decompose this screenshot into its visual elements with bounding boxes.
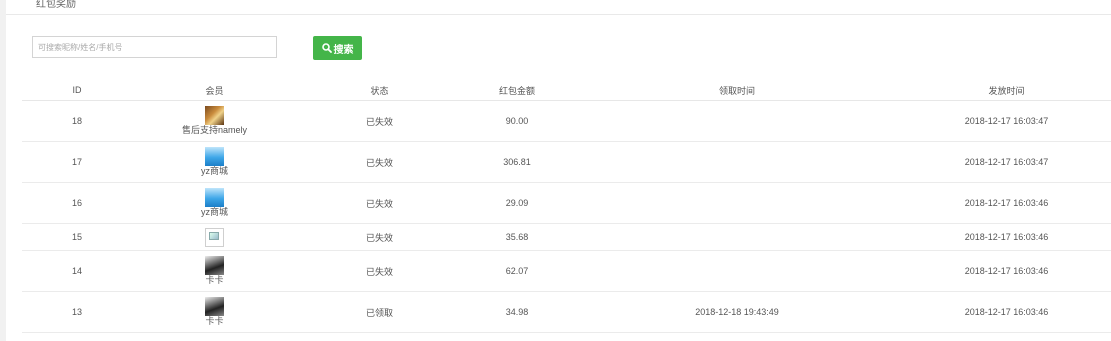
cell-issued-time: 2018-12-17 16:03:46 — [902, 182, 1111, 224]
cell-status: 已失效 — [297, 100, 462, 142]
cell-member — [132, 223, 297, 251]
cell-status: 已失效 — [297, 141, 462, 183]
header-member: 会员 — [132, 80, 297, 101]
search-button[interactable]: 搜索 — [313, 36, 362, 60]
page-title: 红包奖励 — [36, 0, 76, 10]
cell-received-time — [572, 250, 902, 292]
cell-amount: 34.98 — [462, 291, 572, 333]
cell-amount: 35.68 — [462, 223, 572, 251]
member-name: 售后支持namely — [181, 125, 247, 135]
left-panel-edge — [0, 0, 6, 341]
header-amount: 红包金额 — [462, 80, 572, 101]
broken-image-icon — [205, 227, 224, 247]
cell-id: 15 — [22, 223, 132, 251]
cell-member: 售后支持namely — [132, 100, 297, 142]
cell-received-time — [572, 182, 902, 224]
table-row: 16 yz商城 已失效 29.09 2018-12-17 16:03:46 — [22, 182, 1111, 224]
cell-id: 13 — [22, 291, 132, 333]
shop-icon — [205, 188, 224, 207]
cell-status: 已失效 — [297, 250, 462, 292]
cell-id: 18 — [22, 100, 132, 142]
records-table: ID 会员 状态 红包金额 领取时间 发放时间 18 售后支持namely 已失… — [22, 80, 1111, 333]
cell-member: 卡卡 — [132, 250, 297, 292]
header-issued-time: 发放时间 — [902, 80, 1111, 101]
cell-amount: 306.81 — [462, 141, 572, 183]
table-row: 18 售后支持namely 已失效 90.00 2018-12-17 16:03… — [22, 100, 1111, 142]
member-name: 卡卡 — [205, 316, 224, 326]
member-name: yz商城 — [200, 166, 228, 176]
cell-amount: 90.00 — [462, 100, 572, 142]
table-row: 17 yz商城 已失效 306.81 2018-12-17 16:03:47 — [22, 141, 1111, 183]
cell-issued-time: 2018-12-17 16:03:47 — [902, 100, 1111, 142]
cell-received-time: 2018-12-18 19:43:49 — [572, 291, 902, 333]
cell-member: yz商城 — [132, 182, 297, 224]
cell-id: 17 — [22, 141, 132, 183]
cell-status: 已失效 — [297, 223, 462, 251]
header-received-time: 领取时间 — [572, 80, 902, 101]
cell-status: 已失效 — [297, 182, 462, 224]
photo-icon — [205, 297, 224, 316]
cell-received-time — [572, 141, 902, 183]
member-name: 卡卡 — [205, 275, 224, 285]
header-id: ID — [22, 80, 132, 101]
photo-icon — [205, 106, 224, 125]
table-header-row: ID 会员 状态 红包金额 领取时间 发放时间 — [22, 80, 1111, 101]
page-header: 红包奖励 — [6, 0, 1111, 15]
table-row: 14 卡卡 已失效 62.07 2018-12-17 16:03:46 — [22, 250, 1111, 292]
cell-amount: 62.07 — [462, 250, 572, 292]
cell-issued-time: 2018-12-17 16:03:46 — [902, 250, 1111, 292]
header-status: 状态 — [297, 80, 462, 101]
cell-member: yz商城 — [132, 141, 297, 183]
search-button-label: 搜索 — [333, 44, 354, 56]
cell-issued-time: 2018-12-17 16:03:46 — [902, 291, 1111, 333]
table-row: 15 已失效 35.68 2018-12-17 16:03:46 — [22, 223, 1111, 251]
cell-issued-time: 2018-12-17 16:03:46 — [902, 223, 1111, 251]
member-name: yz商城 — [200, 207, 228, 217]
cell-received-time — [572, 223, 902, 251]
table-row: 13 卡卡 已领取 34.98 2018-12-18 19:43:49 2018… — [22, 291, 1111, 333]
cell-member: 卡卡 — [132, 291, 297, 333]
cell-status: 已领取 — [297, 291, 462, 333]
search-input[interactable] — [32, 36, 277, 58]
cell-id: 14 — [22, 250, 132, 292]
cell-amount: 29.09 — [462, 182, 572, 224]
cell-id: 16 — [22, 182, 132, 224]
photo-icon — [205, 256, 224, 275]
cell-issued-time: 2018-12-17 16:03:47 — [902, 141, 1111, 183]
cell-received-time — [572, 100, 902, 142]
shop-icon — [205, 147, 224, 166]
search-icon — [321, 43, 332, 53]
